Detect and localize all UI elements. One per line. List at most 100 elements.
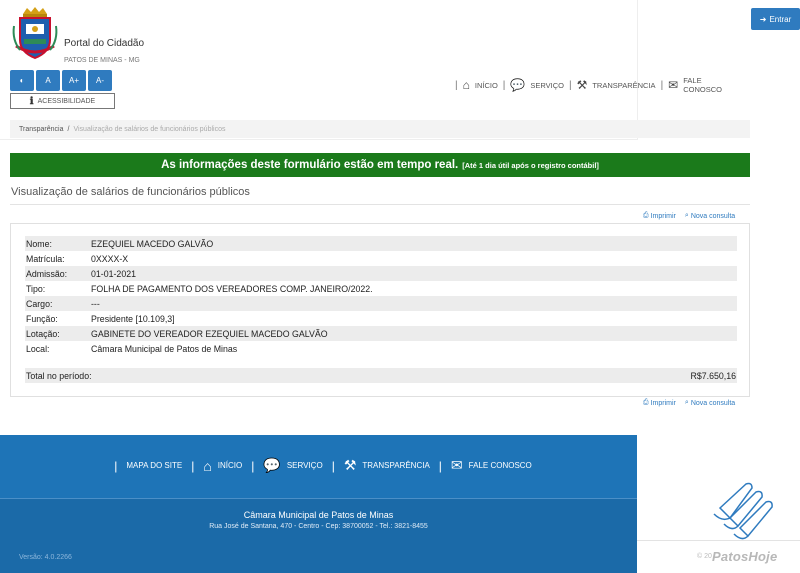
salary-record-panel: Nome: EZEQUIEL MACEDO GALVÃO Matrícula: …: [10, 223, 750, 397]
nav-item-fale-conosco[interactable]: ✉ FALE CONOSCO: [668, 76, 722, 94]
nav-item-servico[interactable]: 💬 SERVIÇO: [510, 78, 564, 92]
new-query-label: Nova consulta: [690, 399, 736, 407]
row-label: Admissão:: [26, 268, 68, 279]
portal-title: Portal do Cidadão: [64, 38, 145, 49]
version-label: Versão: 4.0.2266: [19, 554, 72, 561]
row-value: ---: [91, 298, 100, 309]
total-label: Total no período:: [26, 370, 92, 381]
portal-subtitle: PATOS DE MINAS - MG: [64, 57, 140, 64]
nav-label: SERVIÇO: [530, 80, 564, 90]
font-increase-button[interactable]: A+: [62, 70, 86, 91]
footer-item-inicio[interactable]: ⌂ INÍCIO: [203, 458, 242, 474]
breadcrumb-separator: /: [67, 125, 70, 133]
breadcrumb-root[interactable]: Transparência: [19, 126, 64, 133]
footer-item-fale-conosco[interactable]: ✉ FALE CONOSCO: [451, 457, 532, 474]
footer-item-transparencia[interactable]: ⚒ TRANSPARÊNCIA: [344, 457, 430, 474]
footer-nav: | MAPA DO SITE | ⌂ INÍCIO | 💬 SERVIÇO | …: [0, 457, 637, 474]
nav-separator: |: [114, 458, 118, 473]
row-value: FOLHA DE PAGAMENTO DOS VEREADORES COMP. …: [91, 283, 373, 294]
page-title: Visualização de salários de funcionários…: [11, 186, 250, 198]
nav-item-inicio[interactable]: ⌂ INÍCIO: [463, 78, 498, 92]
envelope-icon: ✉: [668, 78, 679, 92]
actions-top: ⎙ Imprimir ⌕ Nova consulta: [643, 212, 735, 220]
row-label: Tipo:: [26, 283, 46, 294]
nav-separator: |: [251, 458, 255, 473]
nav-label: MAPA DO SITE: [126, 461, 183, 470]
footer-org-name: Câmara Municipal de Patos de Minas: [243, 510, 394, 520]
footer-item-mapa-do-site[interactable]: MAPA DO SITE: [126, 461, 182, 470]
envelope-icon: ✉: [450, 457, 463, 473]
record-row-cargo: Cargo: ---: [25, 296, 737, 311]
row-label: Nome:: [26, 238, 52, 249]
record-row-lotacao: Lotação: GABINETE DO VEREADOR EZEQUIEL M…: [25, 326, 737, 341]
comments-icon: 💬: [510, 78, 526, 92]
record-row-nome: Nome: EZEQUIEL MACEDO GALVÃO: [25, 236, 737, 251]
nav-separator: |: [455, 79, 458, 91]
realtime-info-banner: As informações deste formulário estão em…: [10, 153, 750, 177]
nav-label: SERVIÇO: [286, 461, 323, 470]
title-divider: [10, 204, 750, 205]
row-label: Lotação:: [26, 328, 60, 339]
footer-item-servico[interactable]: 💬 SERVIÇO: [263, 457, 322, 474]
banner-main-text: As informações deste formulário estão em…: [161, 159, 459, 171]
total-value: R$7.650,16: [690, 370, 737, 381]
print-icon: ⎙: [643, 212, 649, 219]
info-icon: ℹ: [29, 95, 34, 107]
login-button[interactable]: ➜ Entrar: [751, 8, 800, 30]
row-value: 0XXXX-X: [91, 253, 129, 264]
search-icon: ⌕: [684, 212, 689, 219]
contrast-button[interactable]: ◐: [10, 70, 34, 91]
row-label: Cargo:: [26, 298, 53, 309]
gavel-icon: ⚒: [576, 78, 588, 92]
print-link[interactable]: ⎙ Imprimir: [643, 399, 676, 407]
record-row-funcao: Função: Presidente [10.109,3]: [25, 311, 737, 326]
nav-separator: |: [438, 458, 442, 473]
nav-separator: |: [331, 458, 335, 473]
record-row-local: Local: Câmara Municipal de Patos de Mina…: [25, 341, 737, 356]
footer-info: Câmara Municipal de Patos de Minas Rua J…: [0, 498, 637, 573]
row-value: 01-01-2021: [91, 268, 136, 279]
row-label: Local:: [26, 343, 50, 354]
header: Portal do Cidadão PATOS DE MINAS - MG ◐ …: [0, 0, 722, 140]
top-nav: | ⌂ INÍCIO | 💬 SERVIÇO | ⚒ TRANSPARÊNCIA…: [450, 76, 722, 94]
print-icon: ⎙: [643, 399, 649, 406]
print-label: Imprimir: [650, 212, 676, 220]
record-row-matricula: Matrícula: 0XXXX-X: [25, 251, 737, 266]
nav-label: TRANSPARÊNCIA: [592, 80, 656, 90]
flippers-watermark-icon: [713, 482, 773, 540]
font-normal-button[interactable]: A: [36, 70, 60, 91]
font-decrease-button[interactable]: A-: [88, 70, 112, 91]
breadcrumb-current: Visualização de salários de funcionários…: [73, 125, 226, 133]
nav-label: TRANSPARÊNCIA: [362, 461, 430, 470]
nav-separator: |: [660, 79, 664, 91]
page: Portal do Cidadão PATOS DE MINAS - MG ◐ …: [0, 0, 800, 573]
home-icon: ⌂: [462, 78, 470, 92]
sign-in-icon: ➜: [759, 14, 767, 24]
gavel-icon: ⚒: [343, 457, 357, 473]
breadcrumb: Transparência / Visualização de salários…: [10, 120, 750, 138]
footer-address: Rua José de Santana, 470 - Centro - Cep:…: [209, 523, 428, 530]
footer: | MAPA DO SITE | ⌂ INÍCIO | 💬 SERVIÇO | …: [0, 435, 637, 573]
home-icon: ⌂: [203, 457, 212, 474]
accessibility-toolbar: ◐ A A+ A-: [10, 70, 112, 91]
accessibility-link[interactable]: ℹ ACESSIBILIDADE: [10, 93, 115, 109]
print-link[interactable]: ⎙ Imprimir: [643, 212, 676, 220]
row-value: Presidente [10.109,3]: [91, 313, 175, 324]
row-value: GABINETE DO VEREADOR EZEQUIEL MACEDO GAL…: [91, 328, 328, 339]
row-label: Matrícula:: [26, 253, 65, 264]
nav-item-transparencia[interactable]: ⚒ TRANSPARÊNCIA: [577, 78, 656, 92]
nav-label: FALE CONOSCO: [468, 461, 532, 470]
nav-label: INÍCIO: [474, 80, 498, 90]
city-coat-of-arms-logo: [12, 7, 58, 60]
nav-separator: |: [568, 79, 572, 91]
login-label: Entrar: [769, 14, 792, 24]
patoshoje-watermark: PatosHoje: [712, 549, 778, 564]
row-value: EZEQUIEL MACEDO GALVÃO: [91, 238, 214, 249]
new-query-link[interactable]: ⌕ Nova consulta: [685, 399, 735, 407]
comments-icon: 💬: [263, 457, 281, 473]
new-query-link[interactable]: ⌕ Nova consulta: [685, 212, 735, 220]
record-rows: Nome: EZEQUIEL MACEDO GALVÃO Matrícula: …: [25, 236, 737, 356]
nav-label: FALE CONOSCO: [683, 76, 722, 94]
accessibility-label: ACESSIBILIDADE: [37, 97, 96, 105]
row-value: Câmara Municipal de Patos de Minas: [91, 343, 238, 354]
